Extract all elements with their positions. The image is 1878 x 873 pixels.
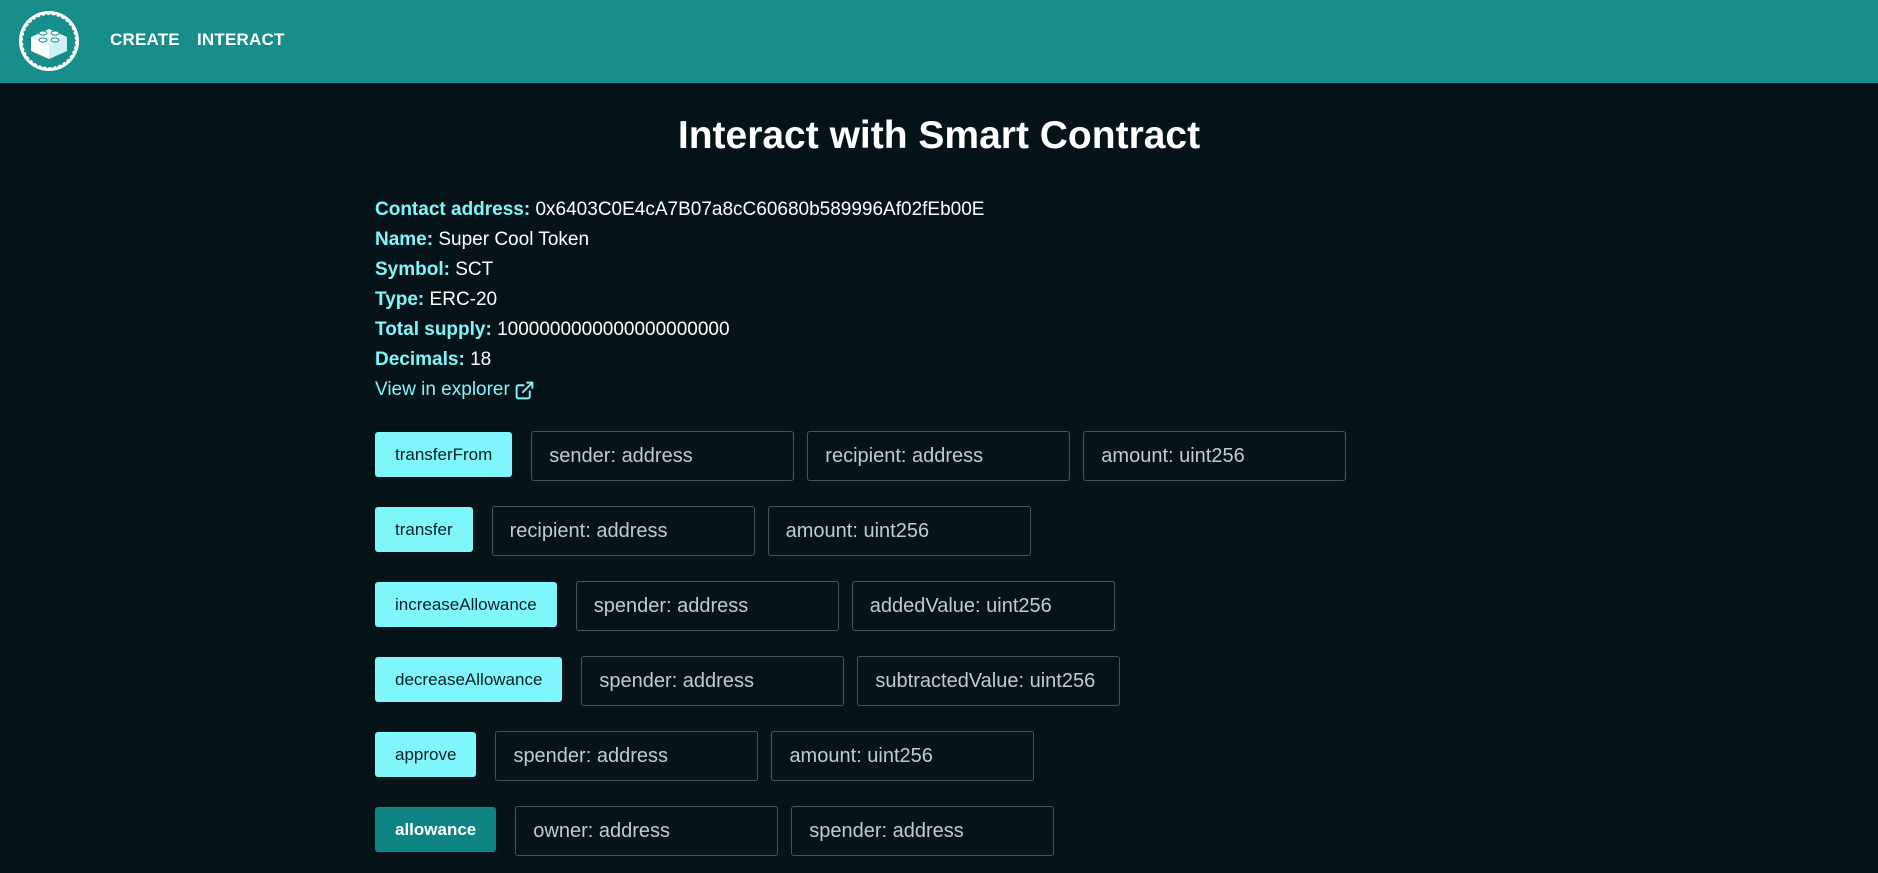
approve-amount-input[interactable] <box>771 731 1035 781</box>
contract-supply-label: Total supply: <box>375 319 492 340</box>
contract-type-row: Type: ERC-20 <box>375 288 984 318</box>
view-in-explorer-link[interactable]: View in explorer <box>375 378 535 402</box>
contract-decimals-value: 18 <box>470 349 492 370</box>
transferfrom-recipient-input[interactable] <box>807 431 1071 481</box>
contract-type-value: ERC-20 <box>429 289 498 310</box>
contract-symbol-value: SCT <box>455 259 494 280</box>
contract-supply-row: Total supply: 1000000000000000000000 <box>375 318 984 348</box>
explorer-row: View in explorer <box>375 378 984 408</box>
approve-button[interactable]: approve <box>375 732 477 777</box>
function-row-transfer: transfer <box>375 506 1031 556</box>
decreaseallowance-subtractedvalue-input[interactable] <box>857 656 1121 706</box>
contract-name-row: Name: Super Cool Token <box>375 228 984 258</box>
function-row-transferfrom: transferFrom <box>375 431 1347 481</box>
contract-address-label: Contact address: <box>375 199 531 220</box>
approve-spender-input[interactable] <box>495 731 759 781</box>
contract-decimals-label: Decimals: <box>375 349 465 370</box>
top-navigation-bar: CREATE INTERACT <box>0 0 1878 83</box>
function-row-approve: approve <box>375 731 1035 781</box>
function-row-allowance: allowance <box>375 806 1055 856</box>
allowance-owner-input[interactable] <box>515 806 779 856</box>
function-row-increaseallowance: increaseAllowance <box>375 581 1115 631</box>
lego-brick-logo-icon[interactable] <box>17 9 81 73</box>
transferfrom-sender-input[interactable] <box>531 431 795 481</box>
increaseallowance-spender-input[interactable] <box>575 581 839 631</box>
contract-address-row: Contact address: 0x6403C0E4cA7B07a8cC606… <box>375 198 984 228</box>
contract-name-value: Super Cool Token <box>438 229 590 250</box>
function-row-decreaseallowance: decreaseAllowance <box>375 656 1121 706</box>
contract-decimals-row: Decimals: 18 <box>375 348 984 378</box>
increaseallowance-addedvalue-input[interactable] <box>851 581 1115 631</box>
decreaseallowance-spender-input[interactable] <box>581 656 845 706</box>
contract-address-value: 0x6403C0E4cA7B07a8cC60680b589996Af02fEb0… <box>535 199 985 220</box>
decreaseallowance-button[interactable]: decreaseAllowance <box>375 657 563 702</box>
nav-create-link[interactable]: CREATE <box>110 30 180 50</box>
transferfrom-amount-input[interactable] <box>1083 431 1347 481</box>
increaseallowance-button[interactable]: increaseAllowance <box>375 582 557 627</box>
contract-symbol-label: Symbol: <box>375 259 450 280</box>
allowance-button[interactable]: allowance <box>375 807 497 852</box>
allowance-spender-input[interactable] <box>791 806 1055 856</box>
nav-interact-link[interactable]: INTERACT <box>197 30 285 50</box>
contract-type-label: Type: <box>375 289 425 310</box>
page-title: Interact with Smart Contract <box>677 114 1201 157</box>
contract-symbol-row: Symbol: SCT <box>375 258 984 288</box>
contract-info: Contact address: 0x6403C0E4cA7B07a8cC606… <box>375 198 984 408</box>
transfer-recipient-input[interactable] <box>491 506 755 556</box>
contract-supply-value: 1000000000000000000000 <box>497 319 730 340</box>
external-link-icon <box>515 381 534 399</box>
transfer-button[interactable]: transfer <box>375 507 473 552</box>
transfer-amount-input[interactable] <box>767 506 1031 556</box>
view-in-explorer-label: View in explorer <box>375 379 510 400</box>
transferfrom-button[interactable]: transferFrom <box>375 432 513 477</box>
contract-name-label: Name: <box>375 229 434 250</box>
